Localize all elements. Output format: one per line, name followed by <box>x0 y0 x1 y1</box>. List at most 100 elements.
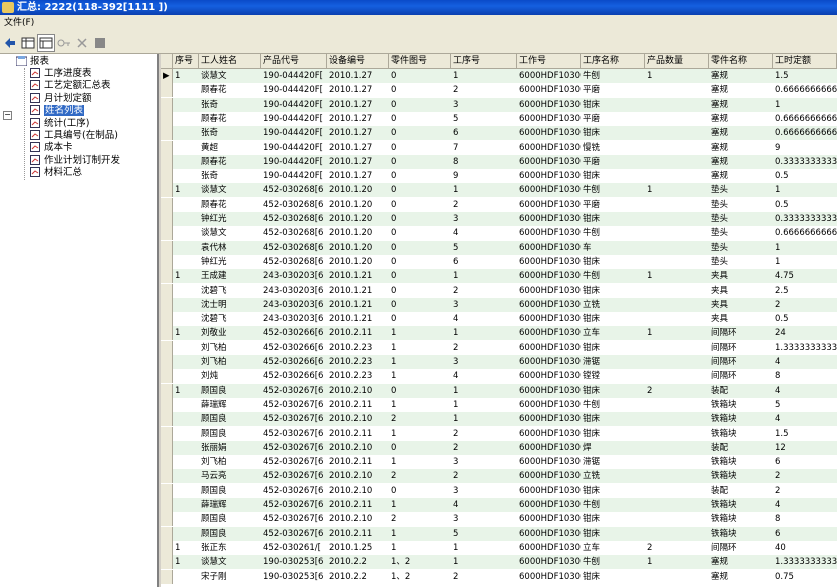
table-cell[interactable]: 190-044420F[ <box>261 112 327 126</box>
table-cell[interactable]: 24 <box>773 326 837 340</box>
table-cell[interactable] <box>173 298 199 312</box>
table-cell[interactable] <box>645 498 709 512</box>
table-cell[interactable]: 452-030267[6 <box>261 512 327 526</box>
table-cell[interactable]: 1 <box>451 541 517 555</box>
tree-item[interactable]: 工具编号(在制品) <box>30 130 118 142</box>
row-selector[interactable] <box>161 555 173 570</box>
table-cell[interactable]: 谈慧文 <box>199 69 261 83</box>
table-cell[interactable]: 452-030268[6 <box>261 198 327 212</box>
table-cell[interactable]: 6000HDF10300 <box>517 183 581 197</box>
table-cell[interactable]: 平磨 <box>581 112 645 126</box>
table-row[interactable]: 袁代林 452-030268[6 2010.1.20 0 5 6000HDF10300 车 垫… <box>161 240 837 255</box>
table-cell[interactable]: 立车 <box>581 326 645 340</box>
table-cell[interactable]: 190-030253[6 <box>261 555 327 569</box>
table-cell[interactable]: 1 <box>173 69 199 83</box>
table-cell[interactable] <box>173 241 199 255</box>
table-cell[interactable]: 0.5 <box>773 312 837 326</box>
row-selector[interactable] <box>161 369 173 384</box>
table-cell[interactable]: 1 <box>645 69 709 83</box>
table-cell[interactable]: 钳床 <box>581 570 645 584</box>
table-cell[interactable]: 1、2 <box>389 570 451 584</box>
table-cell[interactable]: 1 <box>389 541 451 555</box>
table-cell[interactable]: 2010.1.21 <box>327 312 389 326</box>
key-icon[interactable] <box>55 34 73 52</box>
table-row[interactable]: 张奇 190-044420F[2010.1.27 0 6 6000HDF10300 钳床 塞… <box>161 126 837 141</box>
table-cell[interactable]: 谈慧文 <box>199 555 261 569</box>
table-cell[interactable]: 2010.2.11 <box>327 455 389 469</box>
table-cell[interactable]: 马云亮 <box>199 469 261 483</box>
table-cell[interactable]: 钳床 <box>581 255 645 269</box>
table-cell[interactable]: 6000HDF10300 <box>517 198 581 212</box>
table-cell[interactable] <box>645 355 709 369</box>
table-cell[interactable]: 0 <box>389 312 451 326</box>
table-cell[interactable]: 铁箱块 <box>709 527 773 541</box>
table-cell[interactable]: 243-030203[6 <box>261 312 327 326</box>
table-cell[interactable]: 间隔环 <box>709 541 773 555</box>
table-cell[interactable]: 2010.1.27 <box>327 112 389 126</box>
row-selector[interactable] <box>161 355 173 369</box>
table-cell[interactable]: 3 <box>451 512 517 526</box>
table-cell[interactable]: 牛刨 <box>581 183 645 197</box>
table-cell[interactable]: 6000HDF10300 <box>517 284 581 298</box>
table-cell[interactable]: 铁箱块 <box>709 512 773 526</box>
table-cell[interactable]: 1 <box>389 341 451 355</box>
table-cell[interactable] <box>173 484 199 498</box>
table-cell[interactable]: 间隔环 <box>709 355 773 369</box>
table-cell[interactable]: 2010.1.20 <box>327 255 389 269</box>
row-selector[interactable]: ▶ <box>161 69 173 83</box>
table-cell[interactable]: 2010.1.27 <box>327 126 389 140</box>
table-cell[interactable] <box>645 112 709 126</box>
table-cell[interactable]: 4 <box>451 498 517 512</box>
table-cell[interactable]: 顾国良 <box>199 427 261 441</box>
table-cell[interactable]: 2010.1.27 <box>327 141 389 155</box>
table-cell[interactable]: 0 <box>389 298 451 312</box>
table-cell[interactable]: 1.3333333333 <box>773 555 837 569</box>
table-cell[interactable]: 间隔环 <box>709 369 773 383</box>
table-cell[interactable]: 3 <box>451 455 517 469</box>
table-cell[interactable]: 顾春花 <box>199 112 261 126</box>
table-cell[interactable]: 4 <box>773 384 837 398</box>
table-row[interactable]: 顾春花 190-044420F[2010.1.27 0 5 6000HDF10300 平磨… <box>161 111 837 126</box>
table-cell[interactable] <box>173 570 199 584</box>
table-cell[interactable]: 焊 <box>581 441 645 455</box>
table-cell[interactable] <box>645 141 709 155</box>
table-cell[interactable]: 6000HDF10300 <box>517 83 581 97</box>
table-cell[interactable]: 6000HDF10300 <box>517 384 581 398</box>
table-cell[interactable]: 顾国良 <box>199 384 261 398</box>
table-cell[interactable]: 6000HDF10300 <box>517 98 581 112</box>
table-cell[interactable] <box>645 341 709 355</box>
table-cell[interactable]: 4 <box>773 412 837 426</box>
table-cell[interactable] <box>173 126 199 140</box>
table-cell[interactable]: 1 <box>773 255 837 269</box>
row-selector[interactable] <box>161 326 173 341</box>
table-cell[interactable]: 1 <box>451 398 517 412</box>
menu-file[interactable]: 文件(F) <box>0 15 38 31</box>
table-cell[interactable]: 2 <box>389 412 451 426</box>
table-cell[interactable] <box>173 212 199 226</box>
table-cell[interactable]: 1 <box>173 269 199 283</box>
table-cell[interactable]: 0 <box>389 269 451 283</box>
table-cell[interactable]: 6000HDF10300 <box>517 155 581 169</box>
table-cell[interactable]: 1.5 <box>773 427 837 441</box>
table-cell[interactable] <box>173 83 199 97</box>
table-cell[interactable]: 4 <box>773 355 837 369</box>
table-cell[interactable]: 6000HDF10300 <box>517 269 581 283</box>
row-selector[interactable] <box>161 426 173 441</box>
table-cell[interactable]: 6000HDF10300 <box>517 226 581 240</box>
row-selector[interactable] <box>161 254 173 269</box>
table-cell[interactable]: 顾国良 <box>199 484 261 498</box>
row-selector[interactable] <box>161 569 173 584</box>
table-cell[interactable]: 0.5 <box>773 169 837 183</box>
table-cell[interactable]: 1 <box>451 269 517 283</box>
column-header[interactable]: 工序名称 <box>581 54 645 68</box>
table-row[interactable]: 顾春花 190-044420F[2010.1.27 0 2 6000HDF10300 平磨… <box>161 83 837 98</box>
tree-item[interactable]: 统计(工序) <box>30 117 89 130</box>
table-cell[interactable]: 间隔环 <box>709 326 773 340</box>
table-cell[interactable]: 2 <box>645 384 709 398</box>
table-cell[interactable]: 钳床 <box>581 341 645 355</box>
table-cell[interactable]: 6000HDF10300 <box>517 169 581 183</box>
table-cell[interactable]: 8 <box>773 512 837 526</box>
row-selector[interactable] <box>161 126 173 141</box>
table-cell[interactable]: 顾国良 <box>199 512 261 526</box>
row-selector[interactable] <box>161 269 173 284</box>
